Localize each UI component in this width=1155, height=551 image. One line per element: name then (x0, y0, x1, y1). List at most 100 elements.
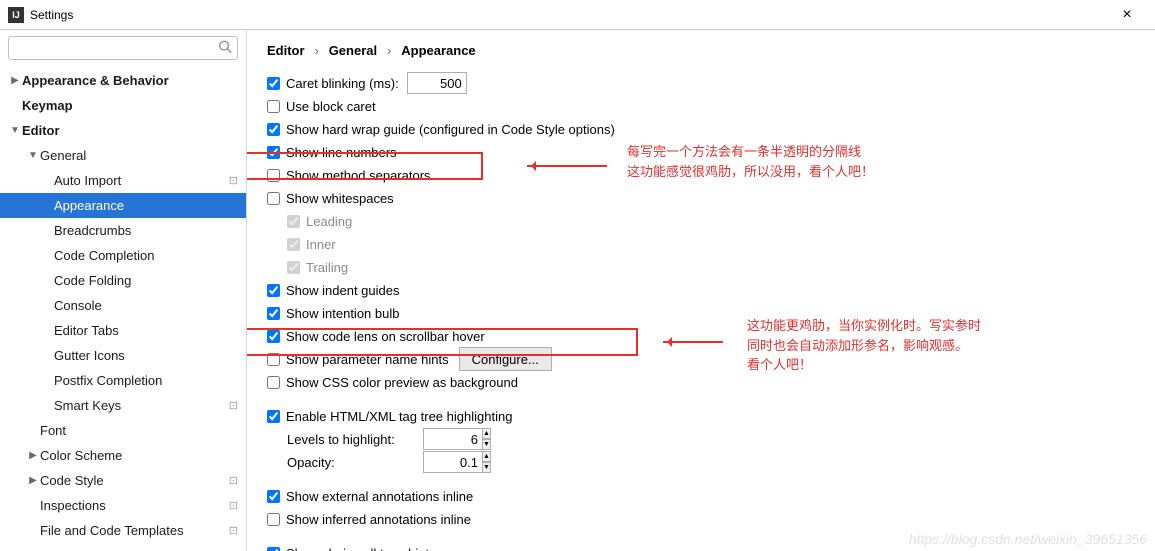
chevron-right-icon: ▶ (26, 475, 40, 486)
chk-line-numbers[interactable] (267, 146, 280, 159)
row-levels: Levels to highlight: ▲▼ (267, 428, 1137, 450)
configure-button[interactable]: Configure... (459, 347, 552, 371)
project-icon: ⊡ (229, 474, 238, 487)
tree-breadcrumbs[interactable]: Breadcrumbs (0, 218, 246, 243)
lbl-inferred-ann: Show inferred annotations inline (286, 512, 471, 527)
tree-color-scheme[interactable]: ▶Color Scheme (0, 443, 246, 468)
chk-trailing (287, 261, 300, 274)
chk-inner (287, 238, 300, 251)
tree-appearance[interactable]: Appearance (0, 193, 246, 218)
annotation-2: 这功能更鸡肋，当你实例化时。写实参时 同时也会自动添加形参名，影响观感。 看个人… (747, 316, 981, 375)
chk-code-lens[interactable] (267, 330, 280, 343)
chk-block-caret[interactable] (267, 100, 280, 113)
row-whitespaces: Show whitespaces (267, 187, 1137, 209)
tree-auto-import[interactable]: Auto Import⊡ (0, 168, 246, 193)
settings-tree: ▶Appearance & Behavior Keymap ▼Editor ▼G… (0, 66, 246, 543)
input-levels[interactable] (423, 428, 483, 450)
breadcrumb-general[interactable]: General (329, 43, 377, 58)
lbl-html-xml: Enable HTML/XML tag tree highlighting (286, 409, 512, 424)
lbl-hard-wrap: Show hard wrap guide (configured in Code… (286, 122, 615, 137)
row-opacity: Opacity: ▲▼ (267, 451, 1137, 473)
tree-editor[interactable]: ▼Editor (0, 118, 246, 143)
tree-general[interactable]: ▼General (0, 143, 246, 168)
workarea: ▶Appearance & Behavior Keymap ▼Editor ▼G… (0, 30, 1155, 551)
chevron-down-icon: ▼ (8, 125, 22, 136)
chk-leading (287, 215, 300, 228)
tree-code-style[interactable]: ▶Code Style⊡ (0, 468, 246, 493)
tree-file-templates[interactable]: File and Code Templates⊡ (0, 518, 246, 543)
row-external-ann: Show external annotations inline (267, 485, 1137, 507)
chk-external-ann[interactable] (267, 490, 280, 503)
search-wrap (0, 30, 246, 66)
chk-css-color[interactable] (267, 376, 280, 389)
lbl-whitespaces: Show whitespaces (286, 191, 394, 206)
tree-font[interactable]: Font (0, 418, 246, 443)
chk-caret-blinking[interactable] (267, 77, 280, 90)
lbl-opacity: Opacity: (287, 455, 407, 470)
chevron-right-icon: ▶ (8, 75, 22, 86)
chk-whitespaces[interactable] (267, 192, 280, 205)
lbl-indent-guides: Show indent guides (286, 283, 399, 298)
chevron-right-icon: ▶ (26, 450, 40, 461)
breadcrumb-appearance: Appearance (401, 43, 475, 58)
tree-inspections[interactable]: Inspections⊡ (0, 493, 246, 518)
step-down-icon[interactable]: ▼ (483, 462, 491, 473)
row-code-lens: Show code lens on scrollbar hover (267, 325, 1137, 347)
step-down-icon[interactable]: ▼ (483, 439, 491, 450)
lbl-external-ann: Show external annotations inline (286, 489, 473, 504)
chk-inferred-ann[interactable] (267, 513, 280, 526)
lbl-method-separators: Show method separators (286, 168, 431, 183)
breadcrumb: Editor › General › Appearance (267, 42, 1137, 58)
content-panel: Editor › General › Appearance Caret blin… (247, 30, 1155, 551)
lbl-line-numbers: Show line numbers (286, 145, 397, 160)
lbl-code-lens: Show code lens on scrollbar hover (286, 329, 485, 344)
tree-console[interactable]: Console (0, 293, 246, 318)
row-chain-hints: Show chain call type hints (267, 542, 1137, 551)
chk-intention-bulb[interactable] (267, 307, 280, 320)
lbl-chain-hints: Show chain call type hints (286, 546, 436, 551)
tree-appearance-behavior[interactable]: ▶Appearance & Behavior (0, 68, 246, 93)
lbl-trailing: Trailing (306, 260, 348, 275)
spinner-levels[interactable]: ▲▼ (415, 428, 475, 450)
tree-editor-tabs[interactable]: Editor Tabs (0, 318, 246, 343)
row-param-hints: Show parameter name hints Configure... (267, 348, 1137, 370)
sidebar: ▶Appearance & Behavior Keymap ▼Editor ▼G… (0, 30, 247, 551)
app-icon: IJ (8, 7, 24, 23)
tree-smart-keys[interactable]: Smart Keys⊡ (0, 393, 246, 418)
chevron-right-icon: › (314, 43, 318, 58)
close-button[interactable]: × (1107, 6, 1147, 24)
breadcrumb-editor[interactable]: Editor (267, 43, 305, 58)
tree-postfix-completion[interactable]: Postfix Completion (0, 368, 246, 393)
row-trailing: Trailing (267, 256, 1137, 278)
arrow-icon (663, 341, 723, 343)
spinner-opacity[interactable]: ▲▼ (415, 451, 475, 473)
row-hard-wrap: Show hard wrap guide (configured in Code… (267, 118, 1137, 140)
chk-hard-wrap[interactable] (267, 123, 280, 136)
input-opacity[interactable] (423, 451, 483, 473)
row-indent-guides: Show indent guides (267, 279, 1137, 301)
annotation-1: 每写完一个方法会有一条半透明的分隔线 这功能感觉很鸡肋，所以没用，看个人吧！ (627, 142, 874, 181)
titlebar: IJ Settings × (0, 0, 1155, 30)
input-caret-blinking-ms[interactable] (407, 72, 467, 94)
tree-code-completion[interactable]: Code Completion (0, 243, 246, 268)
row-html-xml: Enable HTML/XML tag tree highlighting (267, 405, 1137, 427)
tree-keymap[interactable]: Keymap (0, 93, 246, 118)
search-input[interactable] (8, 36, 238, 60)
project-icon: ⊡ (229, 499, 238, 512)
lbl-inner: Inner (306, 237, 336, 252)
chk-html-xml[interactable] (267, 410, 280, 423)
chk-indent-guides[interactable] (267, 284, 280, 297)
chevron-right-icon: › (387, 43, 391, 58)
tree-code-folding[interactable]: Code Folding (0, 268, 246, 293)
step-up-icon[interactable]: ▲ (483, 451, 491, 462)
row-css-color: Show CSS color preview as background (267, 371, 1137, 393)
lbl-css-color: Show CSS color preview as background (286, 375, 518, 390)
row-caret-blinking: Caret blinking (ms): (267, 72, 1137, 94)
tree-gutter-icons[interactable]: Gutter Icons (0, 343, 246, 368)
row-inferred-ann: Show inferred annotations inline (267, 508, 1137, 530)
chk-method-separators[interactable] (267, 169, 280, 182)
step-up-icon[interactable]: ▲ (483, 428, 491, 439)
chk-param-hints[interactable] (267, 353, 280, 366)
chk-chain-hints[interactable] (267, 547, 280, 551)
project-icon: ⊡ (229, 399, 238, 412)
